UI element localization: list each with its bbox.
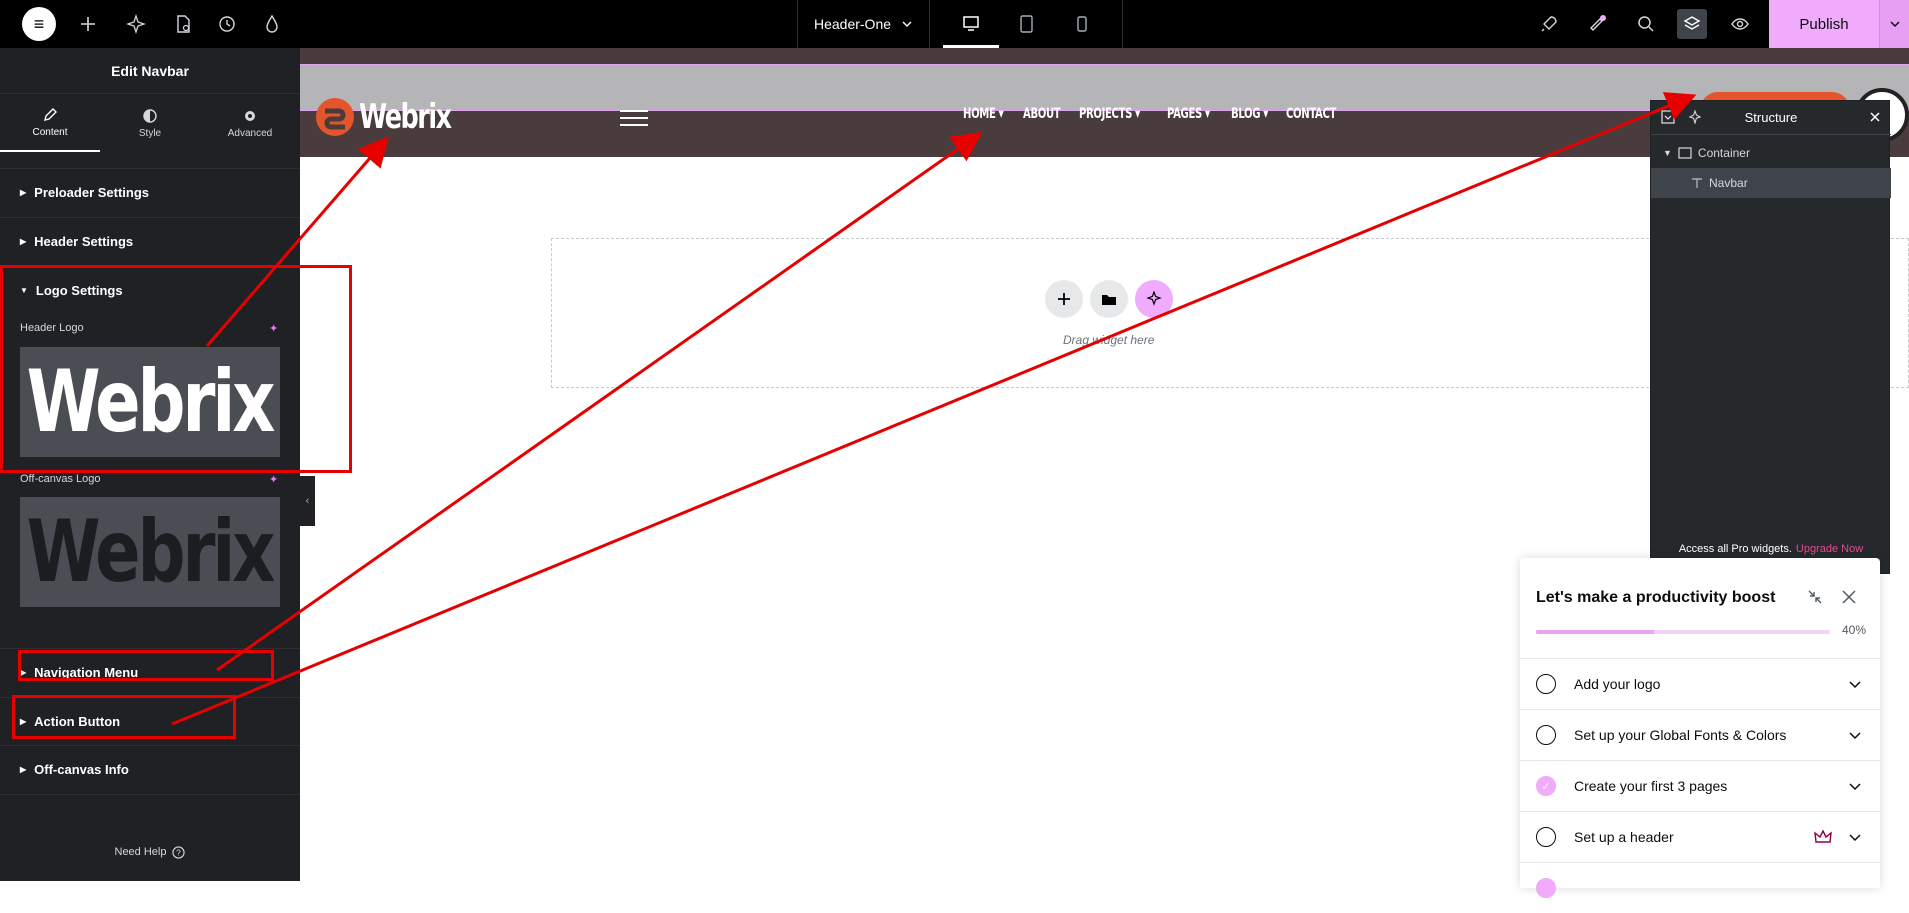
rocket-icon[interactable] [1534,9,1564,39]
chevron-down-icon [902,21,912,27]
close-icon[interactable] [1840,588,1860,608]
offcanvas-logo-picker[interactable]: Webrix [20,497,280,607]
tab-advanced[interactable]: Advanced [200,94,300,152]
section-offcanvas-info[interactable]: ▶ Off-canvas Info [0,745,300,793]
checklist-item-partial[interactable] [1520,862,1880,913]
close-icon[interactable] [1869,111,1883,125]
hamburger-menu-icon[interactable] [620,110,648,126]
history-icon[interactable] [212,9,242,39]
chevron-down-icon [1849,834,1861,842]
search-icon[interactable] [1631,9,1661,39]
nav-item-home[interactable]: HOME ▾ [963,106,1004,122]
collapse-panel-chevron-icon[interactable]: ‹ [300,476,315,526]
section-preloader-settings[interactable]: ▶ Preloader Settings [0,168,300,216]
page-settings-icon[interactable] [168,9,198,39]
radio-circle-icon [1536,725,1556,745]
nav-item-pages[interactable]: PAGES ▾ [1167,106,1210,122]
tablet-icon[interactable] [998,0,1054,48]
checklist-item[interactable]: Add your logo [1520,658,1880,709]
text-widget-icon [1692,178,1702,188]
site-logo-text: Webrix [359,97,452,137]
notifications-icon[interactable] [1582,9,1612,39]
site-style-drop-icon[interactable] [257,9,287,39]
structure-layers-icon[interactable] [1677,9,1707,39]
site-logo[interactable]: Webrix [315,97,481,137]
chevron-down-icon [1849,732,1861,740]
onboarding-checklist: Let's make a productivity boost 40% Add … [1520,558,1880,898]
annotation-box-logo-settings [0,265,352,473]
caret-right-icon: ▶ [20,765,27,774]
chevron-down-icon [1849,681,1861,689]
nav-item-projects[interactable]: PROJECTS ▾ [1079,106,1140,122]
mobile-icon[interactable] [1054,0,1110,48]
elementor-logo-icon[interactable]: ≡ [22,7,56,41]
pencil-icon [44,107,57,121]
pro-upsell: Access all Pro widgets. Upgrade Now [1678,543,1864,555]
contrast-icon [143,108,157,123]
chevron-down-icon [1849,783,1861,791]
checklist-item[interactable]: Set up your Global Fonts & Colors [1520,709,1880,760]
checklist-title: Let's make a productivity boost [1536,589,1776,606]
checklist-item[interactable]: Set up a header [1520,811,1880,862]
tab-style[interactable]: Style [100,94,200,152]
structure-title: Structure [1744,110,1798,125]
help-circle-icon: ? [172,845,186,859]
caret-right-icon: ▶ [20,237,27,246]
pro-crown-icon [1814,829,1832,843]
publish-options-chevron-icon[interactable] [1879,0,1909,48]
ai-sparkle-icon[interactable] [1688,109,1704,126]
svg-text:?: ? [177,847,182,857]
tab-content[interactable]: Content [0,94,100,152]
container-icon [1678,147,1692,159]
caret-down-icon: ▼ [1663,148,1672,158]
need-help-link[interactable]: Need Help ? [0,842,300,862]
nav-item-about[interactable]: ABOUT [1023,106,1061,122]
checklist-progress-percent: 40% [1842,623,1867,637]
check-circle-icon [1536,878,1556,898]
preview-eye-icon[interactable] [1725,9,1755,39]
radio-circle-icon [1536,827,1556,847]
top-bar: ≡ Header-One Publish [0,0,1909,48]
radio-circle-icon [1536,674,1556,694]
structure-dropdown-icon[interactable] [1661,110,1677,126]
document-selector[interactable]: Header-One [797,0,930,48]
check-circle-icon: ✓ [1536,776,1556,796]
panel-divider [0,794,300,795]
annotation-box-action-button [12,695,236,739]
document-title: Header-One [813,16,892,32]
site-navigation: HOME ▾ ABOUT PROJECTS ▾ PAGES ▾ BLOG ▾ C… [963,106,1342,122]
annotation-box-navigation-menu [18,650,274,681]
upgrade-now-link[interactable]: Upgrade Now [1796,543,1863,555]
checklist-progress-fill [1536,630,1654,634]
add-element-icon[interactable] [73,9,103,39]
ai-sparkle-icon[interactable]: ✦ [269,473,281,486]
ai-generate-sparkle-icon[interactable] [1135,280,1173,318]
caret-right-icon: ▶ [20,188,27,197]
checklist-progress-bar [1536,630,1830,634]
panel-title: Edit Navbar [0,48,300,94]
checklist-item[interactable]: ✓ Create your first 3 pages [1520,760,1880,811]
structure-panel: Structure ▼ Container Navbar Access all … [1650,100,1891,574]
dropzone-hint: Drag widget here [1063,333,1155,347]
site-logo-mark-icon [316,98,354,136]
structure-header: Structure [1651,101,1891,135]
nav-item-blog[interactable]: BLOG ▾ [1231,106,1268,122]
desktop-icon[interactable] [943,0,999,48]
publish-button[interactable]: Publish [1769,0,1879,48]
arrow-to-action-button [171,92,1697,726]
device-switcher [930,0,1123,48]
template-library-folder-icon[interactable] [1090,280,1128,318]
offcanvas-logo-label: Off-canvas Logo [20,473,101,485]
add-section-plus-icon[interactable] [1045,280,1083,318]
section-header-settings[interactable]: ▶ Header Settings [0,217,300,265]
offcanvas-logo-image: Webrix [27,502,276,602]
structure-item-navbar[interactable]: Navbar [1651,168,1891,198]
ai-sparkle-icon[interactable] [121,9,151,39]
nav-item-contact[interactable]: CONTACT [1286,106,1336,122]
structure-item-container[interactable]: ▼ Container [1651,138,1891,168]
minimize-icon[interactable] [1806,588,1826,608]
gear-icon [245,110,255,121]
